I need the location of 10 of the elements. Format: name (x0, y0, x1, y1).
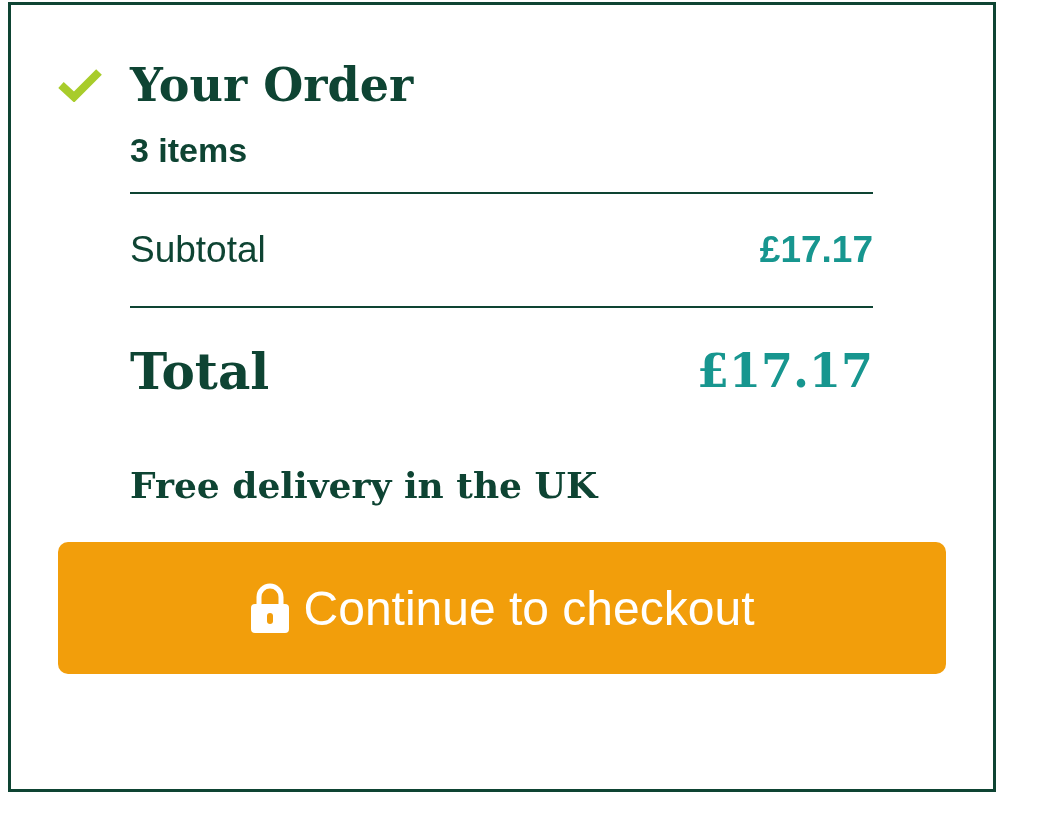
item-count: 3 items (130, 131, 249, 170)
order-title: Your Order (130, 57, 414, 114)
checkout-button[interactable]: Continue to checkout (58, 542, 946, 674)
subtotal-price: £17.17 (759, 229, 873, 271)
lock-icon (249, 583, 290, 633)
total-price: £17.17 (696, 344, 873, 398)
subtotal-label: Subtotal (130, 229, 266, 271)
delivery-note: Free delivery in the UK (130, 464, 600, 506)
checkmark-icon (58, 68, 102, 102)
total-label: Total (130, 341, 270, 401)
